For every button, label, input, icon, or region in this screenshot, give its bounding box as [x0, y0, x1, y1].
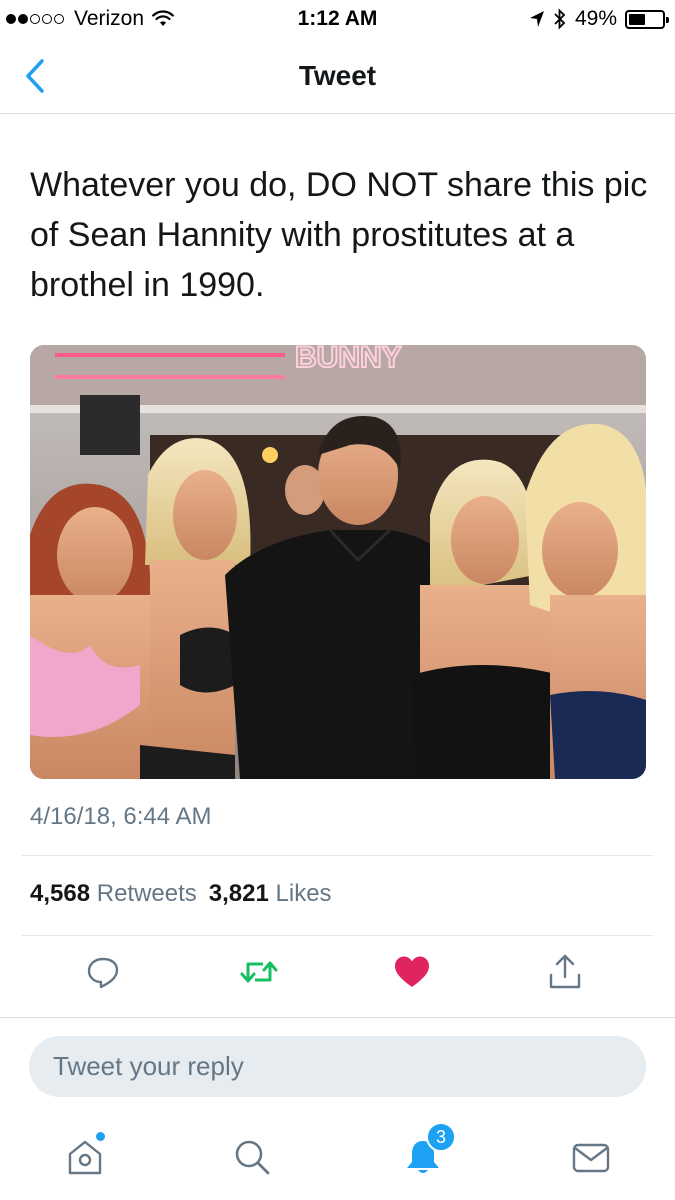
battery-percentage: 49%	[574, 7, 617, 30]
tweet-text: Whatever you do, DO NOT share this pic o…	[30, 166, 648, 304]
divider	[22, 935, 653, 936]
location-arrow-icon	[529, 11, 544, 27]
tweet-photo[interactable]: BUNNY	[30, 345, 646, 779]
page-title: Tweet	[298, 60, 377, 91]
share-button[interactable]	[543, 950, 587, 994]
like-label: Likes	[275, 880, 332, 907]
tweet-timestamp: 4/16/18, 6:44 AM	[30, 803, 212, 830]
tweet-stats: 4,568 Retweets 3,821 Likes	[30, 880, 332, 908]
retweet-label: Retweets	[96, 880, 197, 907]
tab-notifications[interactable]: 3	[398, 1122, 456, 1182]
divider	[22, 855, 653, 856]
new-content-dot	[96, 1132, 105, 1141]
reply-input[interactable]	[29, 1036, 646, 1097]
like-heart-icon	[395, 956, 429, 987]
notifications-badge: 3	[426, 1122, 456, 1152]
like-count: 3,821	[208, 880, 269, 907]
retweet-icon	[240, 961, 278, 983]
home-icon	[68, 1140, 102, 1175]
retweet-count: 4,568	[30, 880, 91, 907]
battery-icon	[625, 9, 669, 29]
reply-bar-divider	[0, 1017, 675, 1018]
tab-bar: 3	[0, 1118, 675, 1200]
status-right-group: 49%	[529, 7, 669, 31]
reply-button[interactable]	[81, 950, 125, 994]
reply-icon	[87, 957, 119, 989]
like-button[interactable]	[390, 950, 434, 994]
bluetooth-icon	[554, 8, 566, 30]
retweet-button[interactable]	[237, 950, 281, 994]
retweet-stat[interactable]: 4,568 Retweets	[30, 880, 197, 907]
tab-home[interactable]	[60, 1132, 110, 1182]
share-icon	[549, 954, 581, 989]
tab-search[interactable]	[227, 1132, 277, 1182]
messages-envelope-icon	[572, 1143, 610, 1173]
like-stat[interactable]: 3,821 Likes	[209, 880, 332, 907]
tweet-actions	[0, 950, 675, 1000]
tab-messages[interactable]	[566, 1132, 616, 1182]
status-bar: Verizon 1:12 AM 49%	[0, 0, 675, 38]
neon-sign-text: BUNNY	[295, 345, 402, 374]
navigation-bar: Tweet	[0, 38, 675, 114]
search-icon	[235, 1140, 270, 1175]
